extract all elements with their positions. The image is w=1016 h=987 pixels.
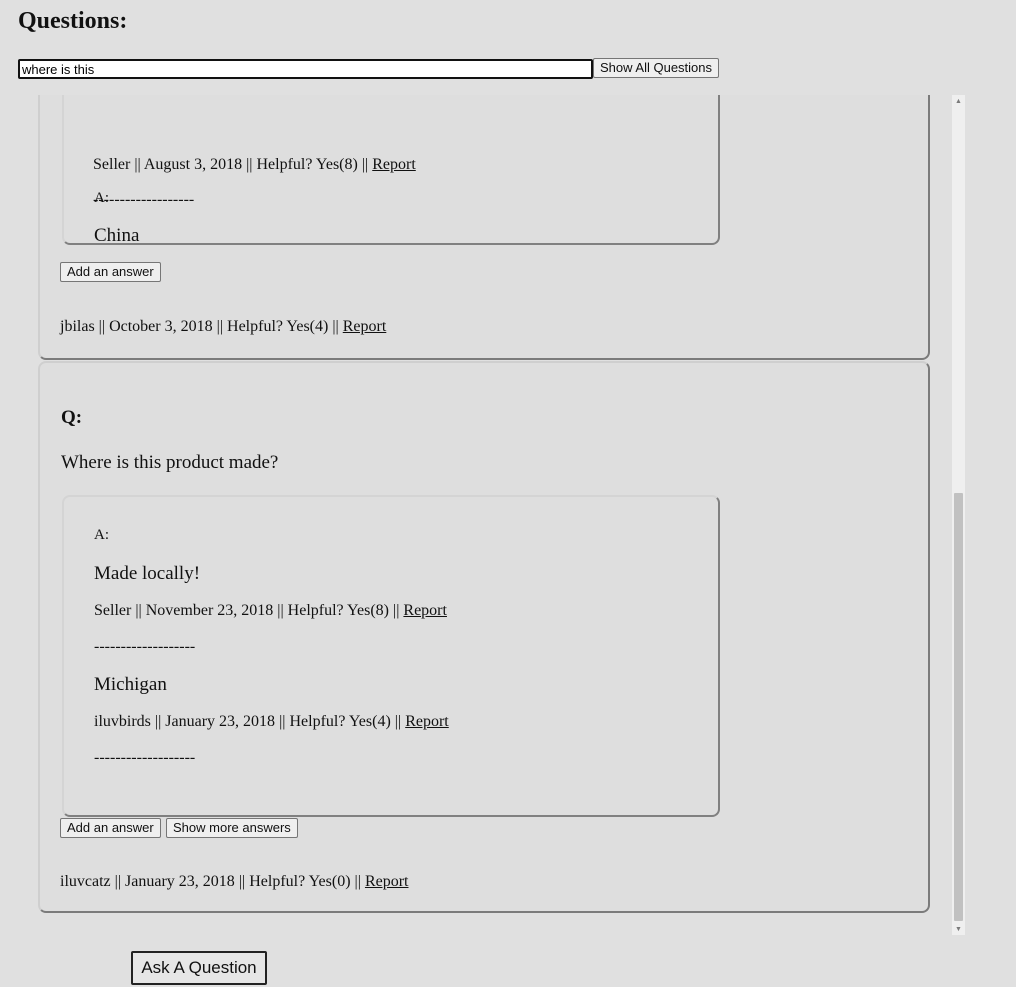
question-meta: iluvcatz || January 23, 2018 || Helpful?…: [60, 873, 409, 890]
report-link[interactable]: Report: [403, 602, 447, 619]
answer-meta: Seller || November 23, 2018 || Helpful? …: [94, 602, 447, 619]
answer-label: A:: [94, 527, 109, 543]
question-meta: jbilas || October 3, 2018 || Helpful? Ye…: [60, 318, 387, 335]
question-label: Q:: [61, 407, 83, 428]
answer-helpful[interactable]: Helpful? Yes(8): [257, 156, 358, 173]
answer-author: Seller: [93, 156, 131, 173]
question-card: Q: Where is this product made? A: Made l…: [38, 361, 930, 913]
questions-list[interactable]: A: China Seller || August 3, 2018 || Hel…: [38, 95, 965, 935]
show-all-questions-button[interactable]: Show All Questions: [593, 58, 720, 78]
add-answer-button[interactable]: Add an answer: [60, 818, 161, 838]
answer-text: Michigan: [94, 674, 167, 695]
scroll-down-arrow-icon[interactable]: ▼: [952, 923, 965, 935]
question-author: jbilas: [60, 318, 95, 335]
vertical-scrollbar[interactable]: ▲ ▼: [952, 95, 965, 935]
answers-box: A: Made locally! Seller || November 23, …: [62, 495, 720, 817]
report-link[interactable]: Report: [405, 713, 449, 730]
question-date: October 3, 2018: [109, 318, 213, 335]
question-helpful[interactable]: Helpful? Yes(4): [227, 318, 328, 335]
page-title: Questions:: [18, 8, 128, 34]
answer-text: China: [94, 225, 140, 246]
report-link[interactable]: Report: [343, 318, 387, 335]
search-input[interactable]: [18, 59, 593, 79]
add-answer-button[interactable]: Add an answer: [60, 262, 161, 282]
answer-separator: -------------------: [94, 638, 196, 655]
answer-separator: -------------------: [93, 191, 195, 208]
answer-meta: Seller || August 3, 2018 || Helpful? Yes…: [93, 156, 416, 173]
scrollbar-thumb[interactable]: [954, 493, 963, 921]
answer-separator: -------------------: [94, 749, 196, 766]
question-helpful[interactable]: Helpful? Yes(0): [249, 873, 350, 890]
answer-author: iluvbirds: [94, 713, 151, 730]
answer-author: Seller: [94, 602, 132, 619]
question-date: January 23, 2018: [125, 873, 235, 890]
question-text: Where is this product made?: [61, 452, 279, 473]
answer-helpful[interactable]: Helpful? Yes(8): [288, 602, 389, 619]
answer-meta: iluvbirds || January 23, 2018 || Helpful…: [94, 713, 449, 730]
ask-question-button[interactable]: Ask A Question: [131, 951, 267, 985]
show-more-answers-button[interactable]: Show more answers: [166, 818, 298, 838]
answer-helpful[interactable]: Helpful? Yes(4): [289, 713, 390, 730]
report-link[interactable]: Report: [365, 873, 409, 890]
answer-text: Made locally!: [94, 563, 201, 584]
report-link[interactable]: Report: [372, 156, 416, 173]
answer-date: November 23, 2018: [145, 602, 274, 619]
answer-date: January 23, 2018: [165, 713, 276, 730]
scroll-up-arrow-icon[interactable]: ▲: [952, 95, 965, 107]
answer-date: August 3, 2018: [143, 156, 243, 173]
question-author: iluvcatz: [60, 873, 111, 890]
